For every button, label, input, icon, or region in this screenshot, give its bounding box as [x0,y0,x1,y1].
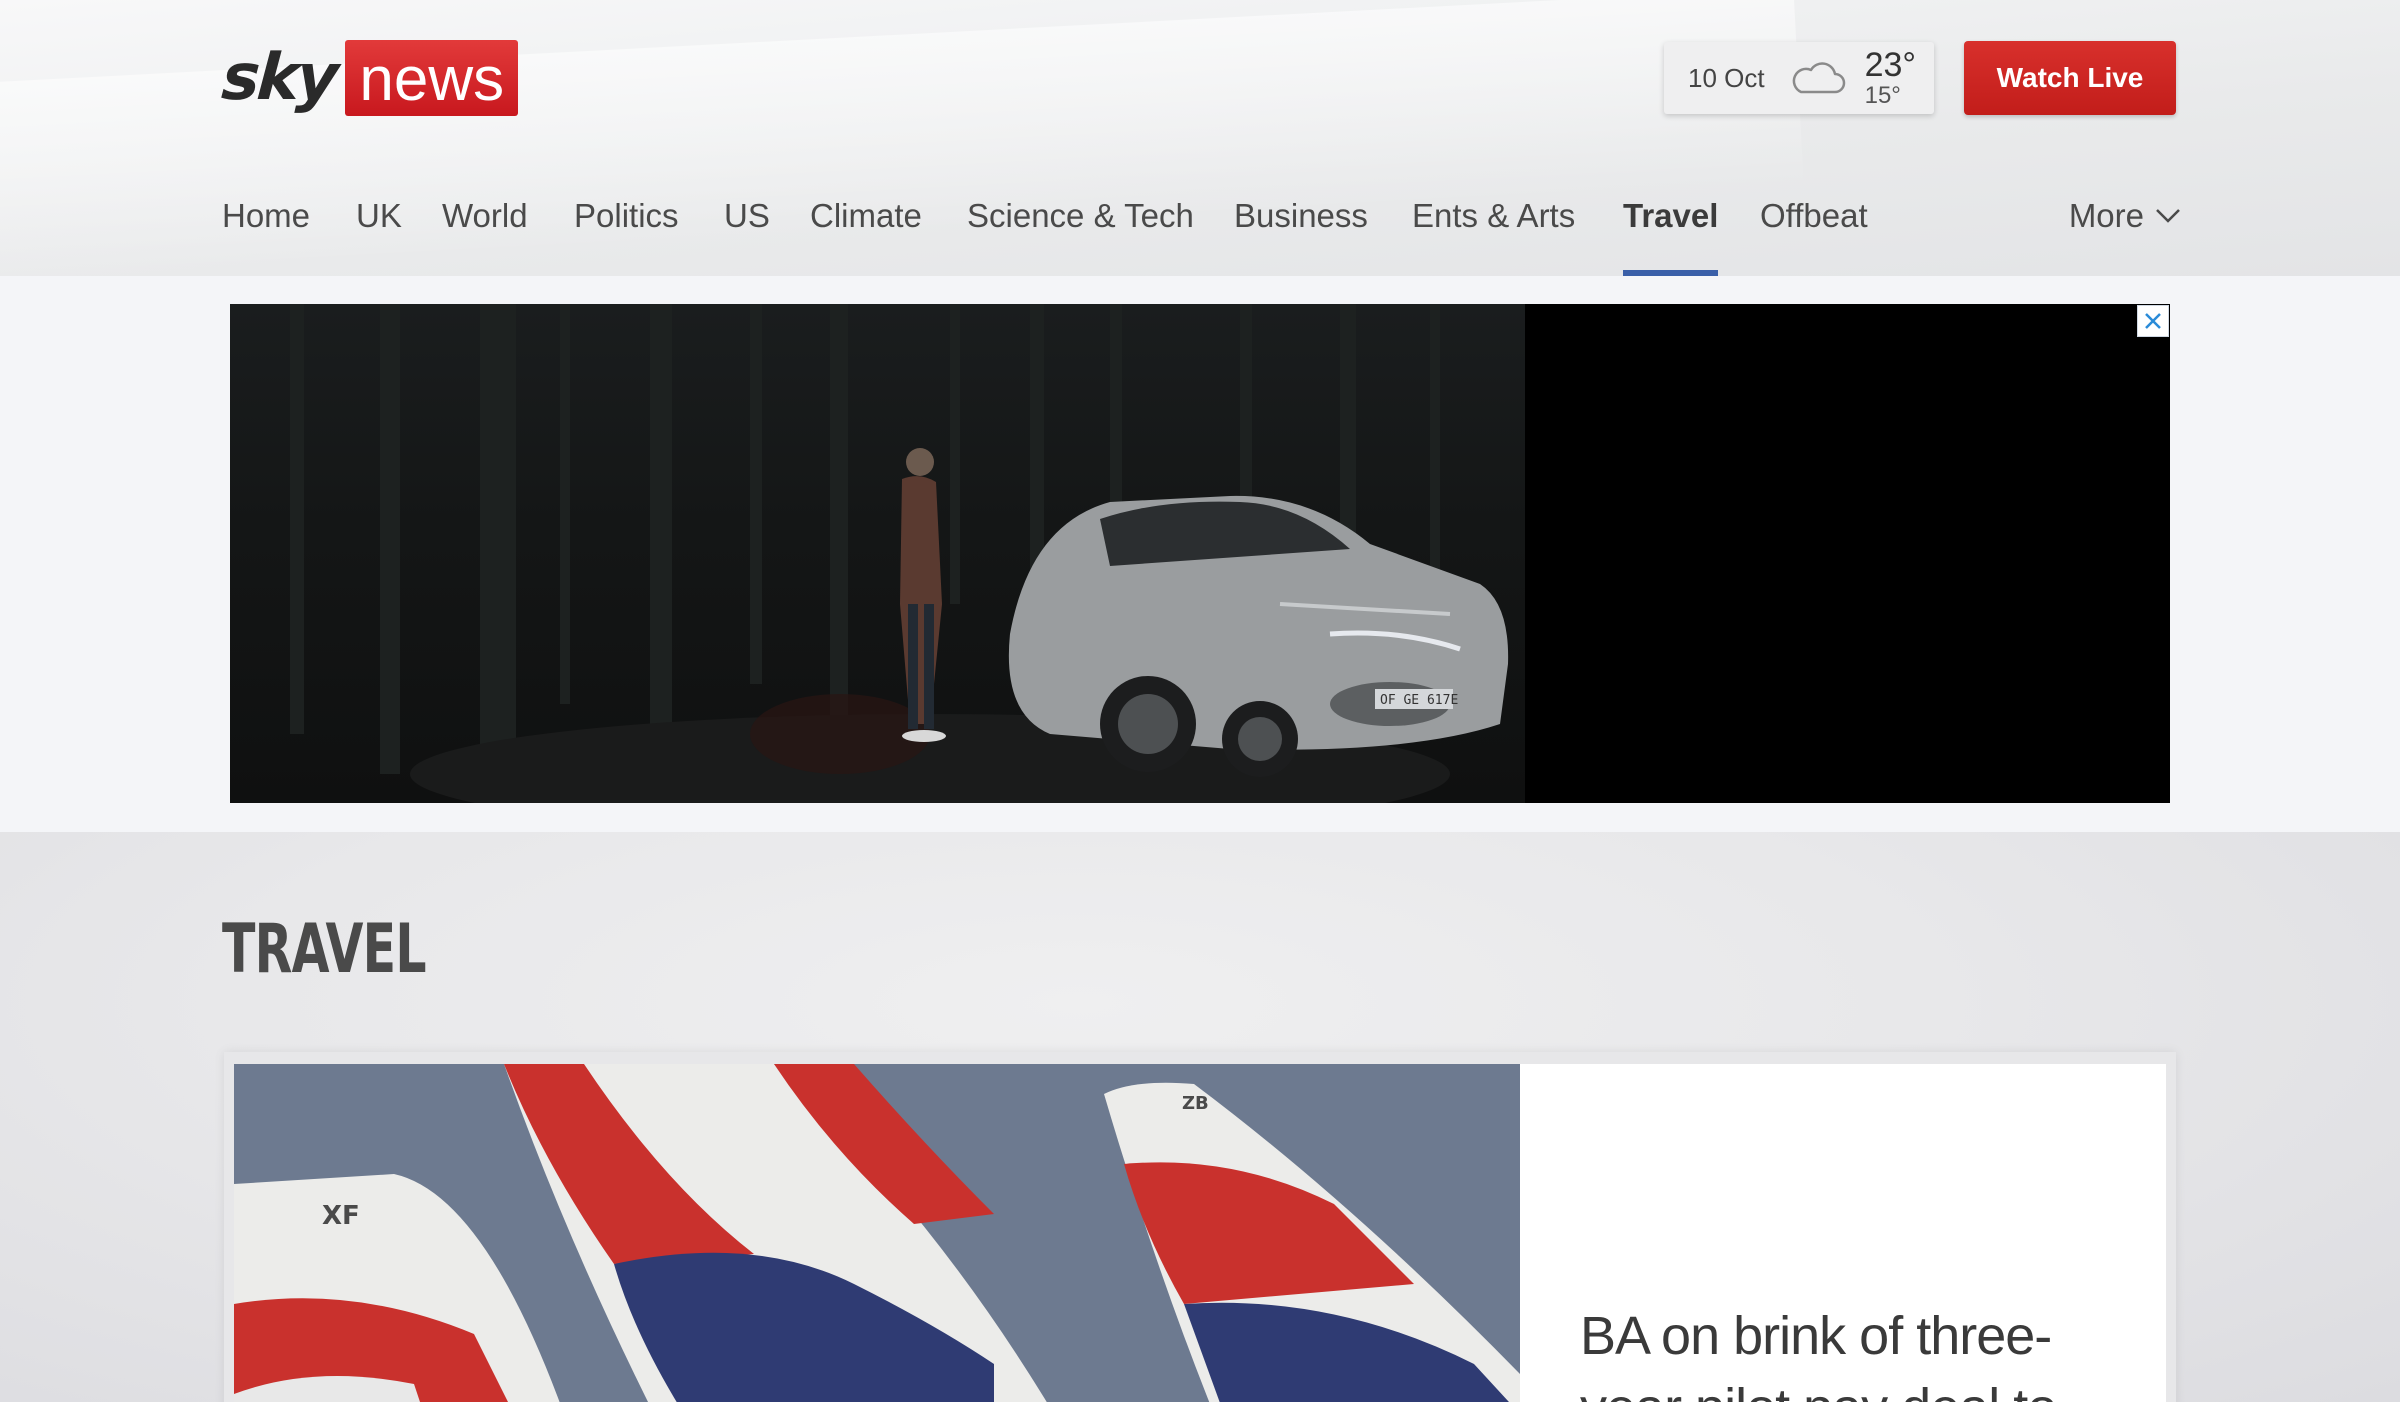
logo-news-text: news [345,40,519,116]
nav-item-offbeat[interactable]: Offbeat [1760,190,1868,276]
nav-item-us[interactable]: US [724,190,770,276]
temp-high: 23° [1864,46,1917,84]
logo-sky-text: sky [219,41,338,115]
nav-item-business[interactable]: Business [1234,190,1368,276]
nav-more-label: More [2068,197,2144,234]
temp-low: 15° [1864,82,1901,109]
section-title: TRAVEL [222,910,427,989]
nav-item-uk[interactable]: UK [356,190,402,276]
weather-temps: 23° 15° [1865,48,1916,108]
lead-story-image: XF ZB [234,1064,1520,1402]
ad-plate-text: OF GE 617E [1380,693,1458,708]
nav-item-climate[interactable]: Climate [810,190,922,276]
nav-item-science-tech[interactable]: Science & Tech [967,190,1194,276]
sky-news-logo[interactable]: sky news [219,40,519,116]
ba-tailfins-photo[interactable]: XF ZB [234,1064,1520,1402]
nav-more-button[interactable]: More [2069,190,2182,242]
nav-item-home[interactable]: Home [222,190,310,276]
watch-live-button[interactable]: Watch Live [1964,41,2176,115]
weather-widget[interactable]: 10 Oct 23° 15° [1664,42,1934,114]
advertisement[interactable]: OF GE 617E [230,304,2170,803]
chevron-down-icon [2156,209,2180,223]
nav-item-world[interactable]: World [442,190,528,276]
main-nav: Home UK World Politics US Climate Scienc… [222,190,2182,276]
nav-item-politics[interactable]: Politics [574,190,679,276]
site-header: sky news 10 Oct 23° 15° Watch Live Home … [0,0,2400,276]
nav-item-travel[interactable]: Travel [1623,190,1719,276]
tail-letters-xf: XF [322,1201,360,1231]
lead-story-headline[interactable]: BA on brink of three-year pilot pay deal… [1580,1300,2140,1402]
close-icon [2145,313,2161,329]
cloud-icon [1792,62,1845,94]
weather-date: 10 Oct [1688,62,1765,93]
tail-letters-zb: ZB [1182,1093,1209,1114]
nav-item-ents-arts[interactable]: Ents & Arts [1412,190,1575,276]
ad-car-illustration: OF GE 617E [290,304,1509,803]
ad-close-button[interactable] [2137,305,2169,337]
ad-forest-scene: OF GE 617E [230,304,1525,803]
